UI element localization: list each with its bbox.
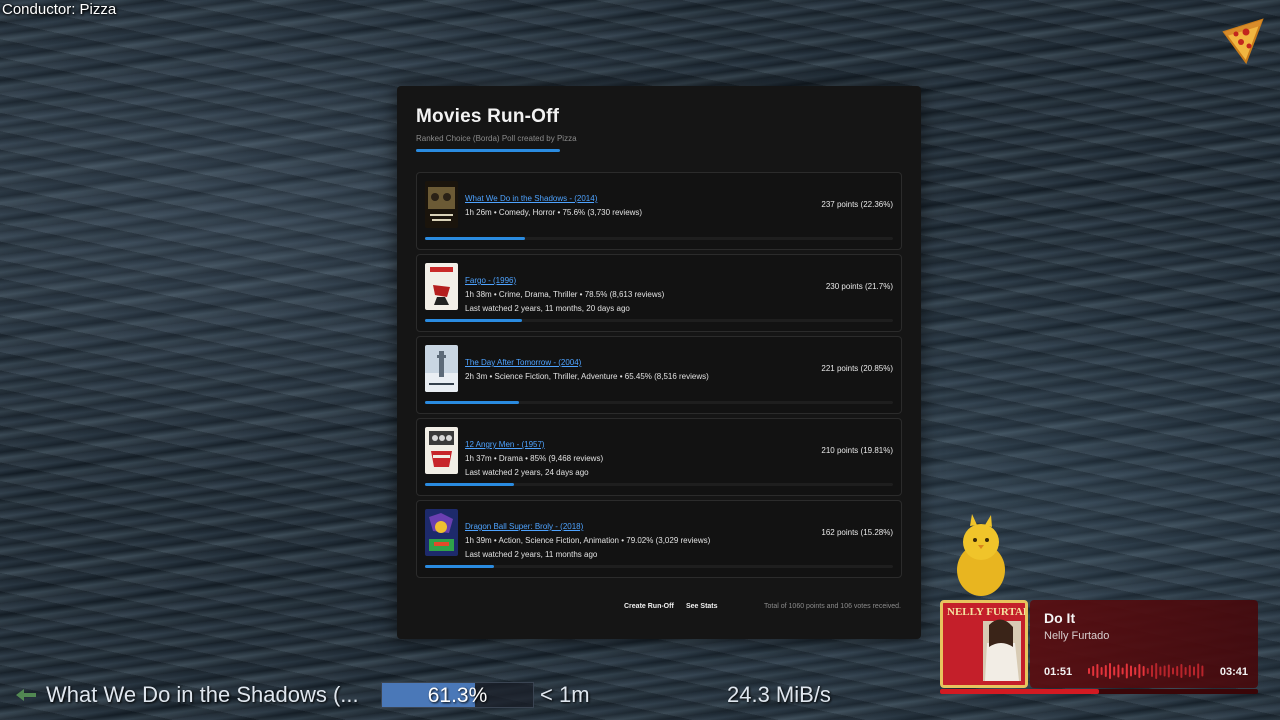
album-art: NELLY FURTADO [940,600,1028,688]
album-artist-text: NELLY FURTADO [947,606,1025,618]
points-bar-fill [425,483,514,486]
waveform-bar [1096,664,1099,678]
conductor-label: Conductor: Pizza [2,1,117,18]
waveform-bar [1117,664,1120,678]
poll-panel: Movies Run-Off Ranked Choice (Borda) Pol… [397,86,921,639]
movie-meta: 2h 3m • Science Fiction, Thriller, Adven… [465,372,709,381]
points-bar [425,319,893,322]
download-eta: < 1m [540,682,590,707]
waveform-bar [1104,665,1107,677]
movie-title-link[interactable]: What We Do in the Shadows - (2014) [465,194,597,203]
waveform-bar [1163,665,1166,677]
waveform-bar [1151,665,1153,677]
movie-meta: 1h 38m • Crime, Drama, Thriller • 78.5% … [465,290,665,299]
waveform-bar [1197,663,1200,679]
movie-poster [425,345,458,392]
waveform-bar [1125,663,1128,679]
elapsed-time: 01:51 [1044,666,1073,678]
movie-meta: 1h 37m • Drama • 85% (9,468 reviews) [465,454,604,463]
title-underline [416,149,560,152]
poll-footer: Create Run-Off See Stats Total of 1060 p… [416,603,901,615]
movie-points: 210 points (19.81%) [821,446,893,455]
waveform-bar [1184,667,1187,675]
waveform-bar [1167,664,1170,678]
poll-results-list: What We Do in the Shadows - (2014) 1h 26… [416,172,902,582]
download-percent: 61.3% [427,684,488,707]
movie-title-link[interactable]: Dragon Ball Super: Broly - (2018) [465,522,583,531]
waveform-bar [1092,666,1095,676]
waveform-bar [1088,668,1090,674]
points-bar-fill [425,237,526,240]
movie-points: 162 points (15.28%) [821,528,893,537]
waveform-bar [1142,666,1145,676]
movie-meta: 1h 39m • Action, Science Fiction, Animat… [465,536,711,545]
movie-poster [425,427,458,474]
create-run-off-button[interactable]: Create Run-Off [624,603,674,610]
seek-bar[interactable] [940,689,1258,694]
poll-entry: Fargo - (1996) 1h 38m • Crime, Drama, Th… [416,254,902,332]
poll-entry: What We Do in the Shadows - (2014) 1h 26… [416,172,902,250]
waveform-bar [1193,666,1195,676]
last-watched: Last watched 2 years, 11 months, 20 days… [465,304,630,313]
audio-waveform [1088,663,1204,679]
last-watched: Last watched 2 years, 24 days ago [465,468,589,477]
points-bar [425,483,893,486]
movie-poster [425,263,458,310]
movie-points: 230 points (21.7%) [825,282,893,291]
movie-poster [425,181,458,228]
music-player: NELLY FURTADO Do It Nelly Furtado 01:51 … [940,600,1258,694]
download-status-bar: What We Do in the Shadows (... 61.3% < 1… [0,680,940,710]
waveform-bar [1180,664,1183,678]
movie-points: 221 points (20.85%) [821,364,893,373]
points-bar [425,565,893,568]
waveform-bar [1155,663,1158,679]
last-watched: Last watched 2 years, 11 months ago [465,550,598,559]
movie-title-link[interactable]: Fargo - (1996) [465,276,516,285]
waveform-bar [1134,667,1137,675]
song-artist: Nelly Furtado [1044,630,1110,642]
movie-meta: 1h 26m • Comedy, Horror • 75.6% (3,730 r… [465,208,643,217]
points-bar [425,237,893,240]
points-bar-fill [425,319,523,322]
waveform-bar [1172,667,1174,675]
waveform-bar [1138,664,1141,678]
waveform-bar [1146,668,1149,674]
points-bar-fill [425,401,519,404]
points-bar-fill [425,565,494,568]
poll-entry: The Day After Tomorrow - (2004) 2h 3m • … [416,336,902,414]
download-title: What We Do in the Shadows (... [46,682,359,707]
movie-title-link[interactable]: The Day After Tomorrow - (2004) [465,358,581,367]
points-bar [425,401,893,404]
download-speed: 24.3 MiB/s [727,682,831,707]
waveform-bar [1113,666,1116,676]
download-arrow-icon [16,689,36,701]
waveform-bar [1176,666,1179,676]
see-stats-button[interactable]: See Stats [686,603,718,610]
waveform-bar [1100,667,1103,675]
movie-poster [425,509,458,556]
download-progress: 61.3% [381,682,534,708]
poll-entry: Dragon Ball Super: Broly - (2018) 1h 39m… [416,500,902,578]
waveform-bar [1201,665,1204,677]
waveform-bar [1121,667,1124,675]
movie-points: 237 points (22.36%) [821,200,893,209]
pizza-slice-icon [1222,18,1264,65]
poll-entry: 12 Angry Men - (1957) 1h 37m • Drama • 8… [416,418,902,496]
song-title: Do It [1044,610,1076,626]
poll-subtitle: Ranked Choice (Borda) Poll created by Pi… [416,134,577,143]
waveform-bar [1188,665,1191,677]
waveform-bar [1109,663,1111,679]
seek-bar-fill [940,689,1099,694]
movie-title-link[interactable]: 12 Angry Men - (1957) [465,440,545,449]
waveform-bar [1159,666,1162,676]
poll-title: Movies Run-Off [416,106,560,127]
waveform-bar [1130,665,1132,677]
total-time: 03:41 [1219,666,1248,678]
chick-mascot-icon [957,514,1005,596]
poll-total: Total of 1060 points and 106 votes recei… [764,603,901,610]
